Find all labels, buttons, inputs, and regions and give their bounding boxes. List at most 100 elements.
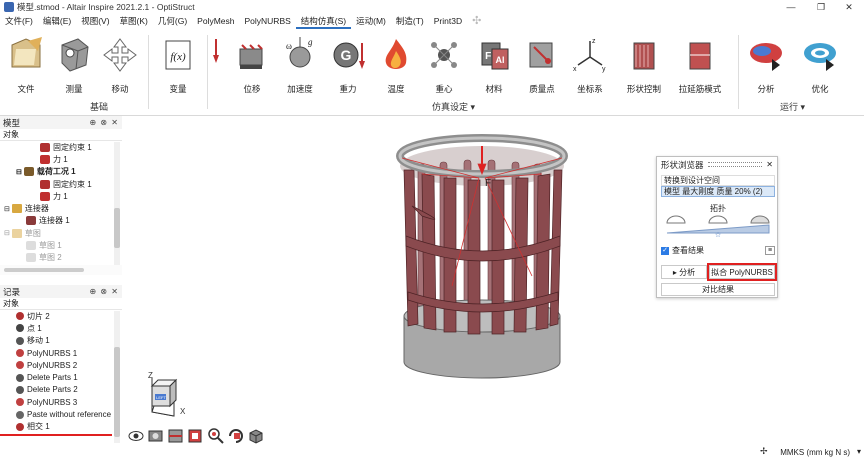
optimize-icon xyxy=(804,43,836,71)
measure-tool[interactable]: 测量 xyxy=(50,35,98,95)
history-item[interactable]: 相交 1 xyxy=(0,421,122,433)
menu-motion[interactable]: 运动(M) xyxy=(351,14,391,29)
add-tab-icon[interactable]: ✣ xyxy=(467,14,486,29)
tree-item[interactable]: 草图 1 xyxy=(0,239,122,251)
panel-controls[interactable]: ⊕ ⊗ ✕ xyxy=(89,287,119,296)
force-label: F xyxy=(485,178,491,189)
menu-polymesh[interactable]: PolyMesh xyxy=(192,14,239,29)
analyze-tool[interactable]: 分析 xyxy=(742,35,790,95)
menu-manufacturing[interactable]: 制造(T) xyxy=(391,14,429,29)
menu-geometry[interactable]: 几何(G) xyxy=(153,14,192,29)
constraint-icon xyxy=(40,142,50,152)
view-results-row: ✓ 查看结果 ≡ xyxy=(661,245,775,256)
zoom-icon[interactable] xyxy=(208,428,224,444)
history-item[interactable]: PolyNURBS 1 xyxy=(0,347,122,359)
history-item[interactable]: Delete Parts 1 xyxy=(0,371,122,383)
tree-item[interactable]: 固定约束 1 xyxy=(0,178,122,190)
history-item[interactable]: 点 1 xyxy=(0,322,122,334)
maximize-button[interactable]: ❐ xyxy=(806,0,836,14)
shape-control-tool[interactable]: 形状控制 xyxy=(620,35,668,95)
tree-item[interactable]: 草图 2 xyxy=(0,252,122,264)
chevron-down-icon[interactable]: ▾ xyxy=(857,447,861,456)
history-item[interactable]: PolyNURBS 2 xyxy=(0,359,122,371)
coordinate-system-tool[interactable]: zxy 坐标系 xyxy=(566,35,614,95)
shape-explorer-header[interactable]: 形状浏览器 ✕ xyxy=(657,157,777,172)
history-item[interactable]: Paste without reference xyxy=(0,408,122,420)
compare-results-button[interactable]: 对比结果 xyxy=(661,283,775,296)
result-selected-row[interactable]: 模型 最大刚度 质量 20% (2) xyxy=(661,186,775,197)
history-panel-title: 记录 xyxy=(3,286,21,297)
sketch-icon xyxy=(26,241,36,251)
expand-toggle-icon[interactable]: ⊟ xyxy=(4,205,10,213)
acceleration-tool[interactable]: ωg 加速度 xyxy=(276,35,324,95)
history-item[interactable]: Delete Parts 2 xyxy=(0,384,122,396)
tree-item[interactable]: ⊟ 草图 xyxy=(0,227,122,239)
tree-item[interactable]: 力 1 xyxy=(0,190,122,202)
rotate-icon[interactable] xyxy=(229,429,243,443)
tree-item[interactable]: ⊟ 连接器 xyxy=(0,202,122,214)
tree-item[interactable]: 连接器 1 xyxy=(0,215,122,227)
menu-print3d[interactable]: Print3D xyxy=(429,14,467,29)
history-scrollbar[interactable] xyxy=(114,311,120,443)
expand-toggle-icon[interactable]: ⊟ xyxy=(4,229,10,237)
menu-icon[interactable]: ≡ xyxy=(765,246,775,255)
tree-item-label: 载荷工况 1 xyxy=(36,167,76,177)
tree-item[interactable]: ⊟ 载荷工况 1 xyxy=(0,166,122,178)
tree-item-label: 力 1 xyxy=(53,154,68,164)
eye-icon[interactable] xyxy=(128,431,144,441)
measure-icon xyxy=(61,38,89,72)
camera-icon[interactable] xyxy=(148,430,163,442)
tree-item[interactable]: 固定约束 1 xyxy=(0,141,122,153)
menu-edit[interactable]: 编辑(E) xyxy=(38,14,76,29)
force-icon[interactable] xyxy=(212,37,220,75)
history-marker[interactable] xyxy=(0,434,112,436)
history-item[interactable]: 移动 1 xyxy=(0,335,122,347)
group-simulation-setup[interactable]: 仿真设定 ▾ xyxy=(432,100,475,113)
svg-text:ω: ω xyxy=(286,41,292,51)
history-item[interactable]: PolyNURBS 3 xyxy=(0,396,122,408)
menu-structures[interactable]: 结构仿真(S) xyxy=(295,14,352,29)
center-of-gravity-tool[interactable]: 重心 xyxy=(420,35,468,95)
panel-controls[interactable]: ⊕ ⊗ ✕ xyxy=(89,118,119,127)
cube-icon[interactable] xyxy=(249,429,263,444)
move-tool[interactable]: 移动 xyxy=(96,35,144,95)
draw-direction-tool[interactable]: 拉延筋模式 xyxy=(676,35,724,95)
view-cube[interactable]: LEFT xyxy=(150,378,178,417)
point-mass-tool[interactable]: 质量点 xyxy=(518,35,566,95)
history-list: 切片 2 点 1 移动 1 PolyNURBS 1 PolyNURBS 2 Delete … xyxy=(0,310,122,434)
folder-icon xyxy=(11,37,42,68)
close-icon[interactable]: ✕ xyxy=(766,160,777,169)
temperature-tool[interactable]: 温度 xyxy=(372,35,420,95)
menu-polynurbs[interactable]: PolyNURBS xyxy=(240,14,296,29)
viewport[interactable]: F LEFT Z X 形状浏览器 ✕ 转换到设计空间 模型 最大刚度 质量 20… xyxy=(122,116,864,446)
material-tool[interactable]: Fe Al 材料 xyxy=(470,35,518,95)
analyze-icon xyxy=(750,43,782,71)
model-hscrollbar[interactable] xyxy=(0,265,122,275)
menu-view[interactable]: 视图(V) xyxy=(76,14,114,29)
variables-tool[interactable]: f(x) 变量 xyxy=(154,35,202,95)
displacement-tool[interactable]: 位移 xyxy=(228,35,276,95)
file-tool[interactable]: 文件 xyxy=(2,35,50,95)
model-scrollbar[interactable] xyxy=(114,142,120,274)
x-axis-label: X xyxy=(180,407,186,416)
units-selector[interactable]: MMKS (mm kg N s) xyxy=(780,448,850,457)
expand-toggle-icon[interactable]: ⊟ xyxy=(16,168,22,176)
menu-sketch[interactable]: 草图(K) xyxy=(115,14,153,29)
crosshair-icon[interactable]: ✢ xyxy=(760,446,768,457)
group-run[interactable]: 运行 ▾ xyxy=(780,100,805,113)
history-item[interactable]: 切片 2 xyxy=(0,310,122,322)
analyze-button[interactable]: ▸ 分析 xyxy=(661,265,707,279)
tree-item[interactable]: 力 1 xyxy=(0,153,122,165)
section-icon[interactable] xyxy=(168,429,183,443)
gravity-tool[interactable]: G 重力 xyxy=(324,35,372,95)
drag-handle[interactable] xyxy=(707,162,763,167)
box-select-icon[interactable] xyxy=(188,429,202,443)
menu-file[interactable]: 文件(F) xyxy=(0,14,38,29)
optimize-tool[interactable]: 优化 xyxy=(796,35,844,95)
view-results-checkbox[interactable]: ✓ xyxy=(661,246,669,255)
convert-to-design-space[interactable]: 转换到设计空间 xyxy=(661,175,775,186)
topology-slider[interactable]: ☆ xyxy=(661,213,775,237)
minimize-button[interactable]: — xyxy=(776,0,806,14)
fit-polynurbs-button[interactable]: 拟合 PolyNURBS xyxy=(707,263,777,281)
close-button[interactable]: ✕ xyxy=(834,0,864,14)
